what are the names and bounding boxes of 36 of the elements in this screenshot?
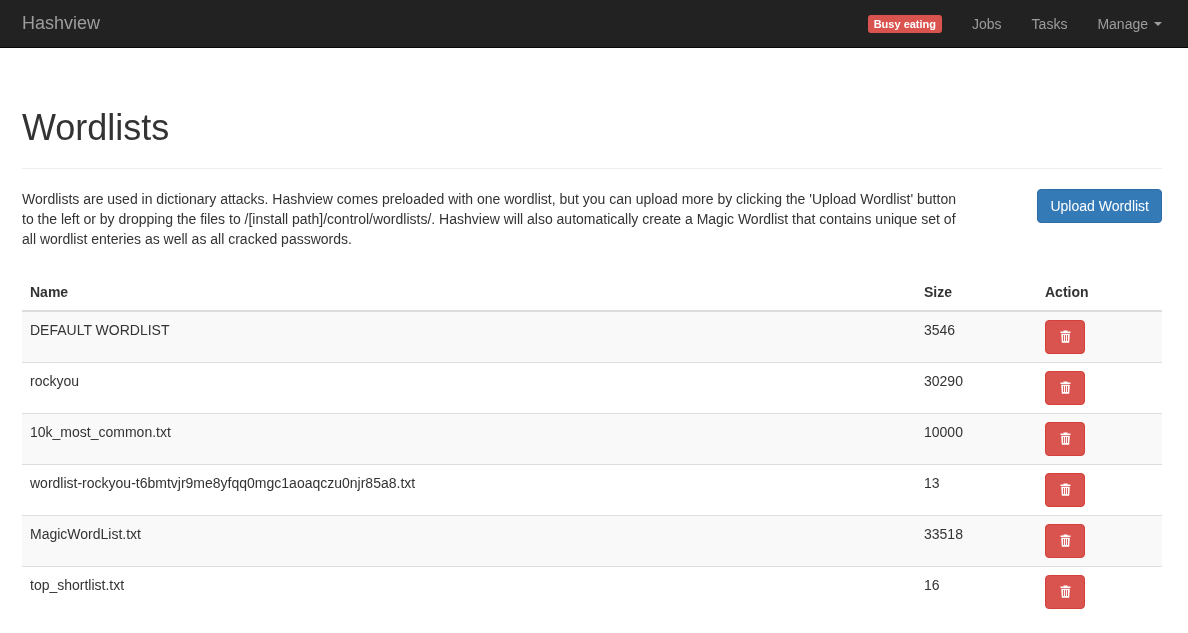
delete-button[interactable]	[1045, 472, 1085, 507]
table-cell: 10000	[924, 423, 963, 440]
trash-icon	[1059, 483, 1071, 497]
table-cell: 3546	[924, 321, 956, 338]
table-cell: 13	[924, 474, 940, 491]
brand-link[interactable]: Hashview	[22, 13, 101, 34]
delete-button[interactable]	[1045, 421, 1085, 456]
table-cell: wordlist-rockyou-t6bmtvjr9me8yfqq0mgc1aoaqczu0njr85a8.txt	[30, 474, 416, 491]
trash-icon	[1059, 585, 1071, 599]
table-cell: top_shortlist.txt	[30, 576, 125, 593]
delete-button[interactable]	[1045, 523, 1085, 558]
trash-icon	[1059, 330, 1071, 344]
delete-button[interactable]	[1045, 574, 1085, 609]
nav-link[interactable]: Tasks	[1016, 15, 1083, 32]
table-cell: rockyou	[30, 372, 80, 389]
trash-icon	[1059, 534, 1071, 548]
table-cell: 33518	[924, 525, 963, 542]
table-cell: DEFAULT WORDLIST	[30, 321, 170, 338]
nav-dropdown[interactable]: Manage	[1082, 15, 1166, 32]
table-cell: MagicWordList.txt	[30, 525, 141, 542]
table-cell: 16	[924, 576, 940, 593]
delete-button[interactable]	[1045, 319, 1085, 354]
column-header: Action	[1037, 273, 1162, 311]
column-header: Name	[22, 273, 916, 311]
table-cell: 10k_most_common.txt	[30, 423, 171, 440]
status-badge: Busy eating	[867, 14, 943, 33]
column-header: Size	[916, 273, 1037, 311]
trash-icon	[1059, 432, 1071, 446]
description-text: Wordlists are used in dictionary attacks. Hashview comes preloaded with one wordlist, but you can upload more by clicking the 'Upload Wordlist' button to the left or by dropping the files to /[install path]/control/wordlists/. Hashview will also automatically create a Magic Wordlist that contains unique set of all wordlist enteries as well as all cracked passwords.	[22, 189, 957, 249]
delete-button[interactable]	[1045, 370, 1085, 405]
page-title: Wordlists	[22, 108, 171, 148]
trash-icon	[1059, 381, 1071, 395]
upload-button[interactable]: Upload Wordlist	[1037, 188, 1162, 223]
nav-link[interactable]: Jobs	[957, 15, 1017, 32]
table-cell: 30290	[924, 372, 963, 389]
caret-icon	[1154, 21, 1162, 26]
